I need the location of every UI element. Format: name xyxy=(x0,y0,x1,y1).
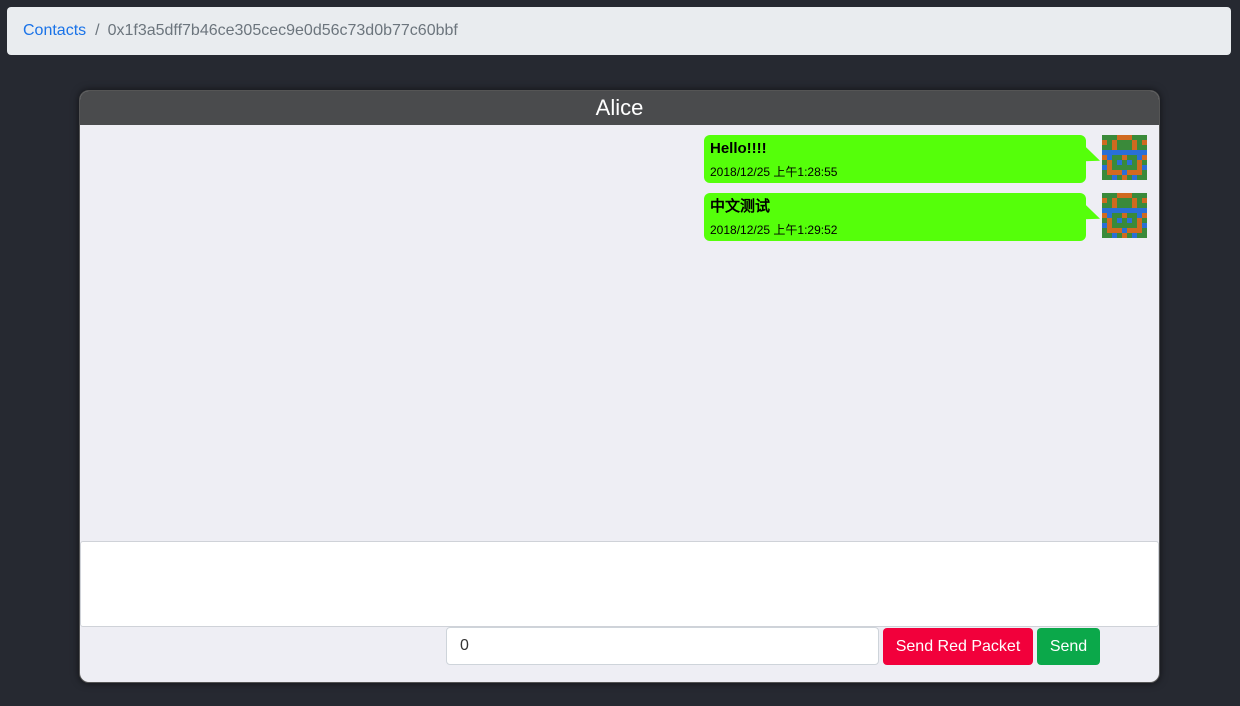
avatar xyxy=(1102,193,1147,238)
breadcrumb-contacts-link[interactable]: Contacts xyxy=(23,22,86,40)
message-text: Hello!!!! xyxy=(710,140,767,157)
breadcrumb-separator: / xyxy=(95,22,100,39)
chat-title: Alice xyxy=(80,91,1159,125)
message-item: 中文测试 2018/12/25 上午1:29:52 xyxy=(704,193,1147,241)
send-button[interactable]: Send xyxy=(1037,628,1100,665)
message-bubble: Hello!!!! 2018/12/25 上午1:28:55 xyxy=(704,135,1086,183)
message-text: 中文测试 xyxy=(710,198,771,215)
chat-window: Alice Hello!!!! 2018/12/25 上午1:28:55 中文测… xyxy=(79,90,1160,683)
send-red-packet-button[interactable]: Send Red Packet xyxy=(883,628,1033,665)
red-packet-amount-input[interactable]: 0 xyxy=(446,627,879,665)
breadcrumb-current-address: 0x1f3a5dff7b46ce305cec9e0d56c73d0b77c60b… xyxy=(107,22,458,39)
message-timestamp: 2018/12/25 上午1:28:55 xyxy=(710,165,838,179)
avatar xyxy=(1102,135,1147,180)
message-list[interactable]: Hello!!!! 2018/12/25 上午1:28:55 中文测试 2018… xyxy=(80,125,1159,541)
message-timestamp: 2018/12/25 上午1:29:52 xyxy=(710,223,838,237)
message-item: Hello!!!! 2018/12/25 上午1:28:55 xyxy=(704,135,1147,183)
message-bubble: 中文测试 2018/12/25 上午1:29:52 xyxy=(704,193,1086,241)
message-textarea[interactable] xyxy=(80,541,1159,627)
breadcrumb: Contacts / 0x1f3a5dff7b46ce305cec9e0d56c… xyxy=(7,7,1231,55)
